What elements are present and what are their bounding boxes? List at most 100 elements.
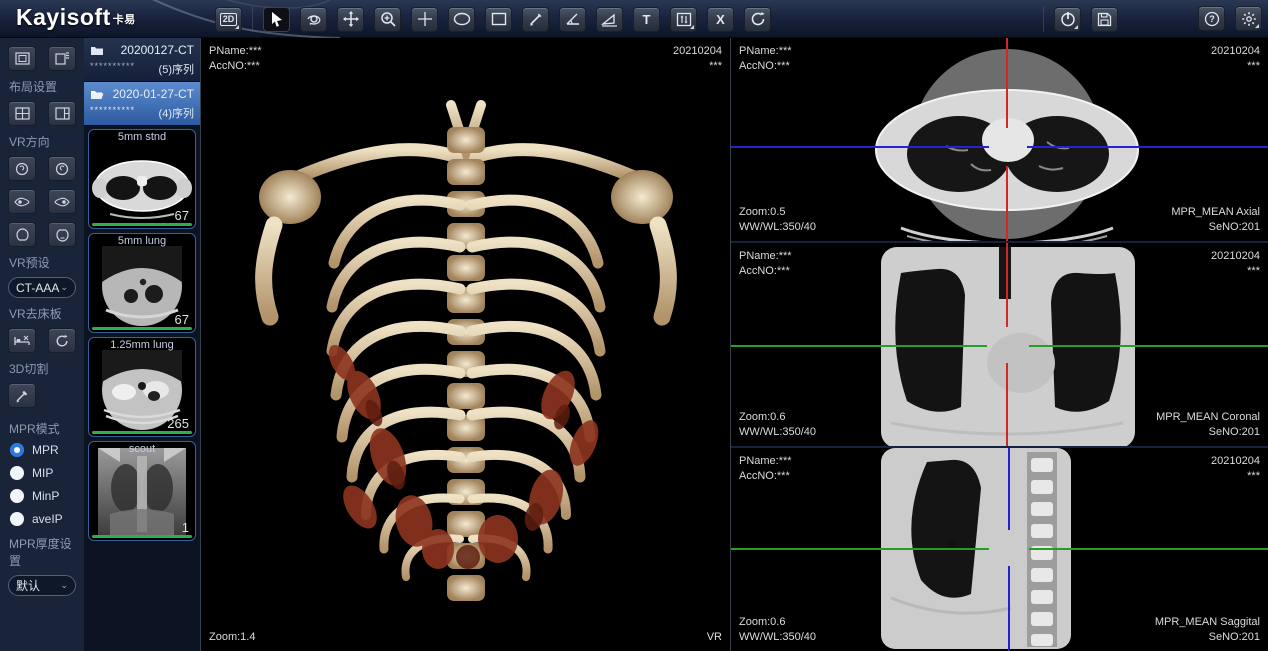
angle-button[interactable]: [559, 7, 586, 32]
crosshair-button[interactable]: [411, 7, 438, 32]
zoom-button[interactable]: [374, 7, 401, 32]
rotate-3d-button[interactable]: [300, 7, 327, 32]
mpr-mode-option-aveip[interactable]: aveIP: [10, 512, 76, 526]
top-toolbar: Kayisoft卡易 2D: [0, 0, 1268, 38]
ellipse-roi-button[interactable]: [448, 7, 475, 32]
coronal-crosshair-v-top[interactable]: [1006, 243, 1008, 327]
cursor-tool-button[interactable]: [263, 7, 290, 32]
toolbar-divider: [1043, 6, 1044, 32]
window-level-button[interactable]: [670, 7, 697, 32]
sagittal-accno: AccNO:***: [739, 469, 792, 484]
coronal-crosshair-h-right[interactable]: [1029, 345, 1268, 347]
head-bottom-icon: [56, 228, 69, 242]
thumbnail-image-count: 1: [182, 520, 189, 535]
thumbnail-5mm-stnd[interactable]: 5mm stnd 67: [88, 129, 196, 229]
app-logo: Kayisoft卡易: [16, 4, 136, 31]
rectangle-icon: [491, 12, 507, 26]
axial-label: MPR_MEAN Axial: [1171, 205, 1260, 220]
power-button[interactable]: [1054, 7, 1081, 32]
thumbnail-5mm-lung[interactable]: 5mm lung 67: [88, 233, 196, 333]
layout-split-button[interactable]: [48, 101, 76, 126]
thumbnail-progress-bar: [92, 327, 192, 330]
layout-single-button[interactable]: [8, 46, 36, 71]
coronal-crosshair-h-left[interactable]: [731, 345, 987, 347]
thumbnail-scout[interactable]: scout 1: [88, 441, 196, 541]
window-level-icon: [676, 12, 692, 27]
reset-icon: [750, 11, 766, 27]
sagittal-crosshair-v-top[interactable]: [1008, 448, 1010, 530]
mpr-mode-option-mip[interactable]: MIP: [10, 466, 76, 480]
folder-icon: [90, 45, 104, 56]
thumbnail-label: scout: [89, 443, 195, 455]
mpr-mode-option-mpr[interactable]: MPR: [10, 443, 76, 457]
axial-crosshair-h-right[interactable]: [1027, 146, 1268, 148]
pan-button[interactable]: [337, 7, 364, 32]
thumbnail-label: 5mm lung: [89, 235, 195, 247]
coronal-seno: SeNO:201: [1156, 425, 1260, 440]
mpr-thickness-select[interactable]: 默认 ⌄: [8, 575, 76, 596]
settings-button[interactable]: [1235, 6, 1262, 31]
series-item-2[interactable]: 2020-01-27-CT ********** (4)序列: [84, 82, 200, 126]
cut-3d-label: 3D切割: [9, 360, 76, 377]
layout-report-button[interactable]: [48, 46, 76, 71]
pan-icon: [343, 11, 359, 27]
scalpel-button[interactable]: [8, 383, 36, 408]
mpr-coronal-viewport[interactable]: PName:*** AccNO:*** 20210204 *** Zoom:0.…: [731, 243, 1268, 448]
axial-crosshair-v-top[interactable]: [1006, 38, 1008, 128]
radio-icon: [10, 466, 24, 480]
coronal-zoom-info: Zoom:0.6 WW/WL:350/40: [739, 410, 816, 440]
vr-dir-top-button[interactable]: [8, 222, 36, 247]
rect-roi-button[interactable]: [485, 7, 512, 32]
thumbnail-125mm-lung[interactable]: 1.25mm lung 265: [88, 337, 196, 437]
gear-icon: [1241, 11, 1257, 27]
head-back-icon: [55, 162, 69, 176]
text-annotation-button[interactable]: T: [633, 7, 660, 32]
series-panel: 20200127-CT ********** (5)序列 2020-01-27-…: [84, 38, 200, 651]
delete-annotation-button[interactable]: X: [707, 7, 734, 32]
axial-crosshair-h-left[interactable]: [731, 146, 989, 148]
layout-grid-button[interactable]: [8, 101, 36, 126]
axial-seno: SeNO:201: [1171, 220, 1260, 235]
vr-viewport[interactable]: PName:*** AccNO:*** 20210204 *** Zoom:1.…: [200, 38, 731, 651]
toolbar-group-output: [1043, 6, 1118, 32]
mpr-sagittal-viewport[interactable]: PName:*** AccNO:*** 20210204 *** Zoom:0.…: [731, 448, 1268, 651]
cobb-angle-button[interactable]: [596, 7, 623, 32]
vr-dir-back-button[interactable]: [48, 156, 76, 181]
logo-text: Kayisoft: [16, 4, 111, 30]
help-icon: ?: [1204, 11, 1220, 27]
help-button[interactable]: ?: [1198, 6, 1225, 31]
mpr-mode-option-minp[interactable]: MinP: [10, 489, 76, 503]
thumbnail-progress-bar: [92, 223, 192, 226]
vr-dir-right-button[interactable]: [48, 189, 76, 214]
measure-line-button[interactable]: [522, 7, 549, 32]
coronal-crosshair-v-bottom[interactable]: [1006, 363, 1008, 446]
axial-crosshair-v-bottom[interactable]: [1006, 166, 1008, 241]
vr-type-label: VR: [707, 630, 722, 645]
sagittal-study-info: 20210204 ***: [1211, 454, 1260, 484]
vr-dir-front-button[interactable]: [8, 156, 36, 181]
sagittal-crosshair-h-right[interactable]: [1029, 548, 1268, 550]
series-count: (5)序列: [159, 61, 194, 77]
series-item-1[interactable]: 20200127-CT ********** (5)序列: [84, 38, 200, 82]
vr-dir-left-button[interactable]: [8, 189, 36, 214]
bed-icon: [14, 335, 30, 347]
sagittal-crosshair-v-bottom[interactable]: [1008, 566, 1010, 651]
bed-reset-button[interactable]: [48, 328, 76, 353]
folder-open-icon: [90, 89, 104, 100]
vr-zoom: Zoom:1.4: [209, 630, 255, 645]
vr-study-info: 20210204 ***: [673, 44, 722, 74]
app-window: Kayisoft卡易 2D: [0, 0, 1268, 651]
mpr-axial-viewport[interactable]: PName:*** AccNO:*** 20210204 *** Zoom:0.…: [731, 38, 1268, 243]
vr-preset-select[interactable]: CT-AAA ⌄: [8, 277, 76, 298]
coronal-study-info: 20210204 ***: [1211, 249, 1260, 279]
reset-button[interactable]: [744, 7, 771, 32]
display-2d-button[interactable]: 2D: [215, 7, 242, 32]
mpr-mode-option-label: MPR: [32, 443, 59, 457]
coronal-wwwl: WW/WL:350/40: [739, 425, 816, 440]
save-button[interactable]: [1091, 7, 1118, 32]
sagittal-crosshair-h-left[interactable]: [731, 548, 989, 550]
layout-report-icon: [55, 52, 70, 65]
remove-bed-button[interactable]: [8, 328, 36, 353]
vr-date: 20210204: [673, 44, 722, 59]
vr-dir-bottom-button[interactable]: [48, 222, 76, 247]
